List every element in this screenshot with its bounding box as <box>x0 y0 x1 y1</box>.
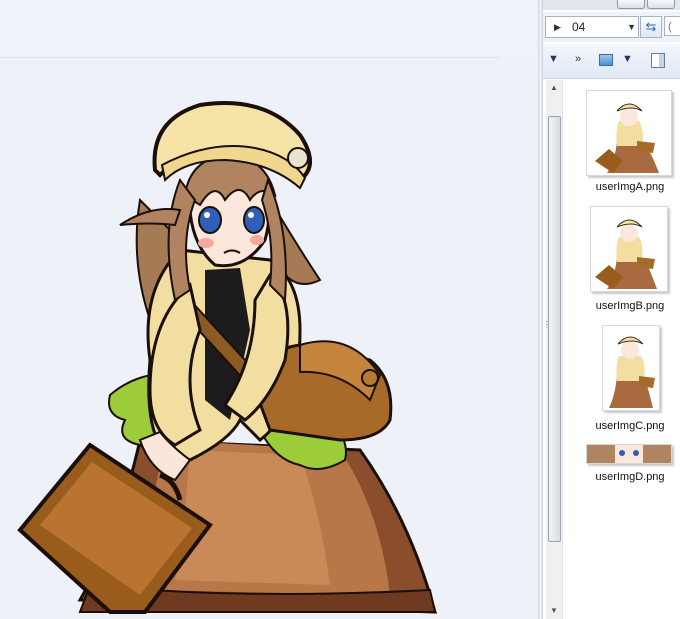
preview-pane-icon[interactable] <box>651 53 665 68</box>
organize-dropdown-icon[interactable]: ▼ <box>548 53 559 65</box>
maximize-button[interactable] <box>647 0 675 9</box>
file-name[interactable]: userImgA.png <box>565 181 680 193</box>
image-canvas <box>0 0 538 619</box>
address-box[interactable]: ▶ 04 ▼ <box>545 16 639 38</box>
scrollbar-thumb[interactable] <box>548 116 561 542</box>
file-name[interactable]: userImgD.png <box>565 471 680 483</box>
current-folder-label: 04 <box>572 20 586 34</box>
view-icon[interactable] <box>599 54 613 66</box>
splitter-grip-icon: ⋮ <box>543 320 551 329</box>
vertical-scrollbar[interactable]: ▲ ⋮ ▼ <box>543 80 563 619</box>
search-icon[interactable]: ( <box>664 16 680 36</box>
thumbnail-image <box>595 103 659 173</box>
dropdown-icon[interactable]: ▼ <box>627 17 636 37</box>
scroll-up-icon[interactable]: ▲ <box>546 80 562 96</box>
window-controls <box>543 0 680 10</box>
file-name[interactable]: userImgC.png <box>565 420 680 432</box>
file-name[interactable]: userImgB.png <box>565 300 680 312</box>
view-dropdown-icon[interactable]: ▼ <box>622 53 633 65</box>
file-thumbnail[interactable] <box>602 325 660 411</box>
nav-arrow-icon[interactable]: ▶ <box>554 17 561 37</box>
more-icon[interactable]: » <box>575 53 581 65</box>
file-thumbnail[interactable] <box>586 90 672 176</box>
refresh-icon[interactable]: ⇆ <box>640 16 662 38</box>
address-bar: ▶ 04 ▼ ⇆ ( <box>543 12 680 42</box>
thumbnail-image <box>587 445 671 463</box>
file-thumbnail[interactable] <box>586 444 672 464</box>
minimize-button[interactable] <box>617 0 645 9</box>
file-thumbnail[interactable] <box>590 206 668 292</box>
scroll-down-icon[interactable]: ▼ <box>546 603 562 619</box>
thumbnail-image <box>609 336 655 408</box>
explorer-toolbar: ▼ » ▼ <box>543 44 680 79</box>
character-illustration <box>17 101 437 614</box>
file-browser-panel: ▶ 04 ▼ ⇆ ( ▼ » ▼ ▲ ⋮ ▼ userImgA.png user… <box>543 0 680 619</box>
thumbnail-image <box>595 219 657 289</box>
